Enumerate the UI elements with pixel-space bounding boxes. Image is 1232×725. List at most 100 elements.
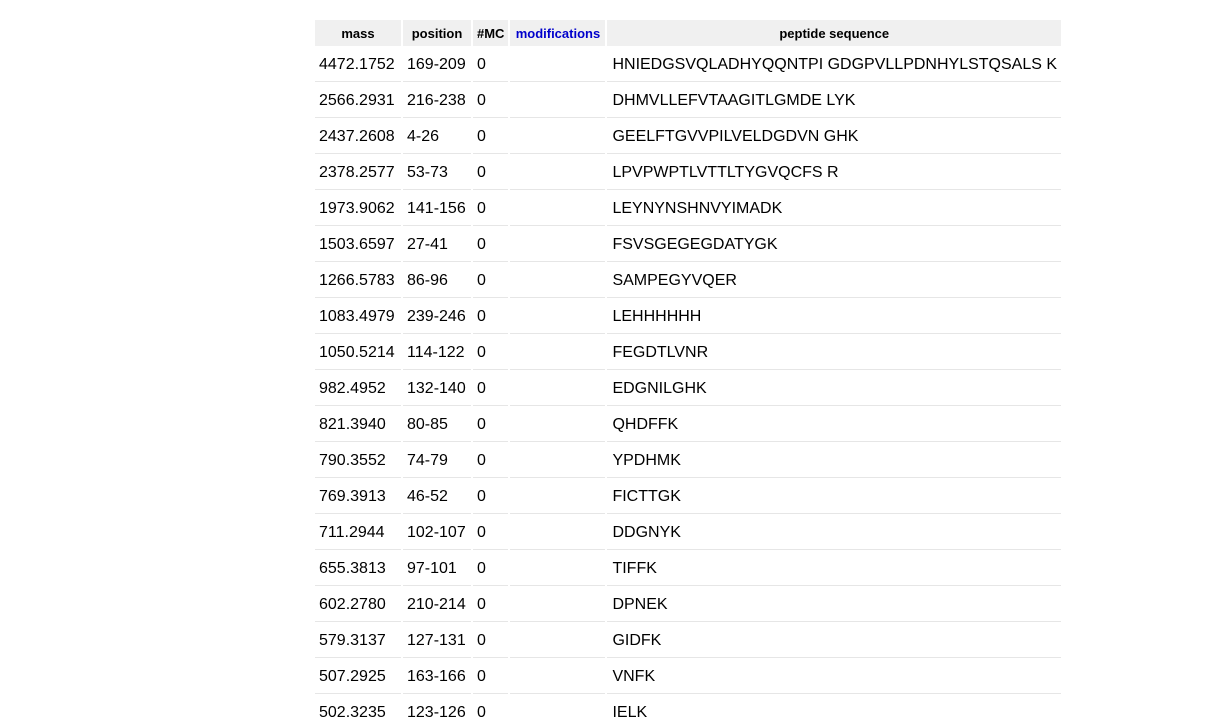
table-row: 769.3913 46-52 0 FICTTGK [315, 480, 1062, 514]
modifications-cell [510, 48, 606, 82]
table-row: 1050.5214 114-122 0 FEGDTLVNR [315, 336, 1062, 370]
mass-cell: 507.2925 [315, 660, 401, 694]
position-cell: 27-41 [403, 228, 471, 262]
peptide-sequence-cell: GIDFK [607, 624, 1062, 658]
missed-cleavages-cell: 0 [473, 660, 509, 694]
mass-cell: 1083.4979 [315, 300, 401, 334]
position-cell: 4-26 [403, 120, 471, 154]
header-peptide-sequence: peptide sequence [607, 20, 1062, 46]
mass-cell: 2437.2608 [315, 120, 401, 154]
mass-cell: 1973.9062 [315, 192, 401, 226]
peptide-sequence-cell: FSVSGEGEGDATYGK [607, 228, 1062, 262]
table-row: 507.2925 163-166 0 VNFK [315, 660, 1062, 694]
modifications-cell [510, 660, 606, 694]
table-row: 790.3552 74-79 0 YPDHMK [315, 444, 1062, 478]
table-row: 602.2780 210-214 0 DPNEK [315, 588, 1062, 622]
table-row: 711.2944 102-107 0 DDGNYK [315, 516, 1062, 550]
modifications-cell [510, 228, 606, 262]
header-mass: mass [315, 20, 401, 46]
missed-cleavages-cell: 0 [473, 228, 509, 262]
peptide-table: mass position #MC modifications peptide … [313, 18, 1063, 725]
peptide-sequence-cell: DHMVLLEFVTAAGITLGMDE LYK [607, 84, 1062, 118]
missed-cleavages-cell: 0 [473, 552, 509, 586]
missed-cleavages-cell: 0 [473, 516, 509, 550]
position-cell: 210-214 [403, 588, 471, 622]
table-row: 1973.9062 141-156 0 LEYNYNSHNVYIMADK [315, 192, 1062, 226]
peptide-sequence-cell: VNFK [607, 660, 1062, 694]
peptide-sequence-cell: SAMPEGYVQER [607, 264, 1062, 298]
missed-cleavages-cell: 0 [473, 372, 509, 406]
peptide-sequence-cell: LEYNYNSHNVYIMADK [607, 192, 1062, 226]
page: mass position #MC modifications peptide … [0, 0, 1232, 725]
missed-cleavages-cell: 0 [473, 480, 509, 514]
position-cell: 97-101 [403, 552, 471, 586]
mass-cell: 2378.2577 [315, 156, 401, 190]
modifications-cell [510, 624, 606, 658]
table-row: 579.3137 127-131 0 GIDFK [315, 624, 1062, 658]
position-cell: 127-131 [403, 624, 471, 658]
mass-cell: 790.3552 [315, 444, 401, 478]
position-cell: 102-107 [403, 516, 471, 550]
mass-cell: 2566.2931 [315, 84, 401, 118]
modifications-cell [510, 336, 606, 370]
table-row: 1266.5783 86-96 0 SAMPEGYVQER [315, 264, 1062, 298]
missed-cleavages-cell: 0 [473, 336, 509, 370]
peptide-sequence-cell: HNIEDGSVQLADHYQQNTPI GDGPVLLPDNHYLSTQSAL… [607, 48, 1062, 82]
position-cell: 123-126 [403, 696, 471, 725]
modifications-cell [510, 156, 606, 190]
table-row: 982.4952 132-140 0 EDGNILGHK [315, 372, 1062, 406]
mass-cell: 655.3813 [315, 552, 401, 586]
position-cell: 86-96 [403, 264, 471, 298]
modifications-cell [510, 516, 606, 550]
position-cell: 169-209 [403, 48, 471, 82]
modifications-cell [510, 192, 606, 226]
position-cell: 114-122 [403, 336, 471, 370]
table-row: 2437.2608 4-26 0 GEELFTGVVPILVELDGDVN GHK [315, 120, 1062, 154]
peptide-sequence-cell: DDGNYK [607, 516, 1062, 550]
mass-cell: 769.3913 [315, 480, 401, 514]
peptide-sequence-cell: GEELFTGVVPILVELDGDVN GHK [607, 120, 1062, 154]
peptide-sequence-cell: TIFFK [607, 552, 1062, 586]
missed-cleavages-cell: 0 [473, 120, 509, 154]
table-row: 821.3940 80-85 0 QHDFFK [315, 408, 1062, 442]
mass-cell: 1266.5783 [315, 264, 401, 298]
modifications-cell [510, 480, 606, 514]
modifications-cell [510, 588, 606, 622]
modifications-cell [510, 552, 606, 586]
table-row: 4472.1752 169-209 0 HNIEDGSVQLADHYQQNTPI GD… [315, 48, 1062, 82]
position-cell: 80-85 [403, 408, 471, 442]
missed-cleavages-cell: 0 [473, 624, 509, 658]
modifications-cell [510, 444, 606, 478]
modifications-cell [510, 696, 605, 725]
table-row: 2566.2931 216-238 0 DHMVLLEFVTAAGITLGMDE LY… [315, 84, 1062, 118]
peptide-sequence-cell: EDGNILGHK [607, 372, 1062, 406]
peptide-sequence-cell: LPVPWPTLVTTLTYGVQCFS R [607, 156, 1062, 190]
mass-cell: 982.4952 [315, 372, 401, 406]
modifications-cell [510, 408, 606, 442]
missed-cleavages-cell: 0 [473, 300, 509, 334]
mass-cell: 602.2780 [315, 588, 401, 622]
mass-cell: 821.3940 [315, 408, 401, 442]
modifications-cell [510, 300, 606, 334]
peptide-sequence-cell: DPNEK [607, 588, 1062, 622]
missed-cleavages-cell: 0 [473, 408, 509, 442]
table-body: 4472.1752 169-209 0 HNIEDGSVQLADHYQQNTPI GD… [315, 48, 1062, 725]
header-position: position [403, 20, 471, 46]
modifications-link[interactable]: modifications [510, 20, 606, 46]
peptide-sequence-cell: FICTTGK [607, 480, 1062, 514]
missed-cleavages-cell: 0 [473, 48, 509, 82]
mass-cell: 4472.1752 [315, 48, 401, 82]
table-row: 2378.2577 53-73 0 LPVPWPTLVTTLTYGVQCFS R [315, 156, 1062, 190]
missed-cleavages-cell: 0 [473, 588, 509, 622]
position-cell: 163-166 [403, 660, 471, 694]
mass-cell: 502.3235 [315, 696, 401, 725]
mass-cell: 711.2944 [315, 516, 401, 550]
position-cell: 141-156 [403, 192, 471, 226]
position-cell: 132-140 [403, 372, 471, 406]
position-cell: 46-52 [403, 480, 471, 514]
mass-cell: 579.3137 [315, 624, 401, 658]
modifications-cell [510, 120, 606, 154]
missed-cleavages-cell: 0 [473, 156, 509, 190]
mass-cell: 1503.6597 [315, 228, 401, 262]
header-row: mass position #MC modifications peptide … [315, 20, 1062, 46]
